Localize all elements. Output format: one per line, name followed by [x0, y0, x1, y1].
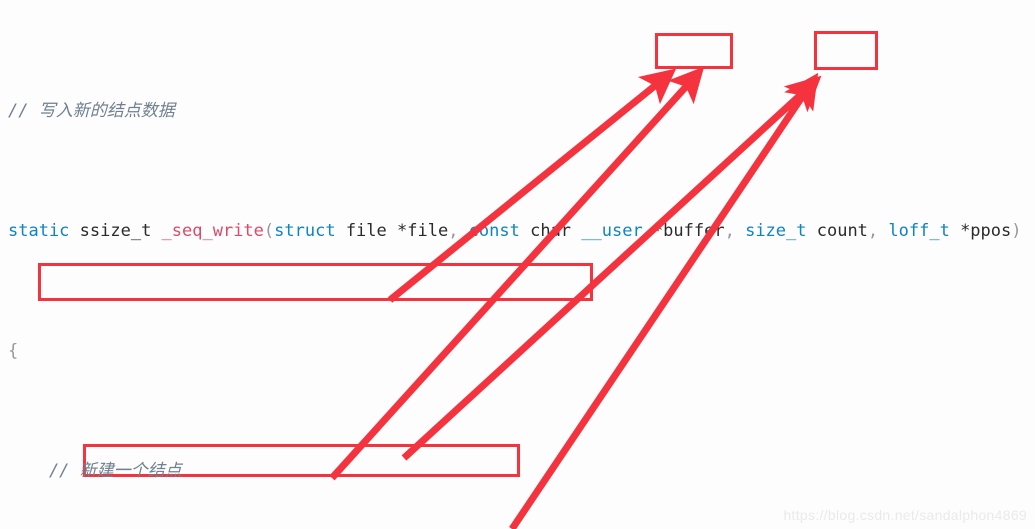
param-file: *file — [397, 221, 449, 241]
param-buffer: *buffer — [642, 221, 725, 241]
brace-open-function: { — [8, 341, 19, 361]
param-ppos: *ppos — [949, 221, 1012, 241]
type-size-t: size_t — [745, 221, 807, 241]
comma-1: , — [448, 221, 469, 241]
keyword-const: const — [468, 221, 520, 241]
code-line-3-open-brace: { — [0, 336, 1035, 366]
type-loff-t: loff_t — [888, 221, 950, 241]
paren-close: ) — [1011, 221, 1022, 241]
code-line-1: // 写入新的结点数据 — [0, 96, 1035, 126]
code-line-2-function-signature: static ssize_t _seq_write(struct file *f… — [0, 216, 1035, 246]
comma-2: , — [724, 221, 746, 241]
comment-write-new-node: // 写入新的结点数据 — [8, 101, 175, 121]
screenshot-root: // 写入新的结点数据 static ssize_t _seq_write(st… — [0, 0, 1035, 529]
code-line-4: // 新建一个结点 — [0, 456, 1035, 486]
code-block: // 写入新的结点数据 static ssize_t _seq_write(st… — [0, 0, 1035, 529]
type-file: file — [335, 221, 397, 241]
function-name-seq-write: _seq_write — [161, 221, 264, 241]
comment-new-node: // 新建一个结点 — [8, 461, 182, 481]
keyword-user: __user — [581, 221, 643, 241]
type-ssize-t: ssize_t — [69, 221, 162, 241]
comma-3: , — [867, 221, 889, 241]
param-count: count — [806, 221, 868, 241]
keyword-static: static — [8, 221, 70, 241]
watermark: https://blog.csdn.net/sandalphon4869 — [783, 507, 1027, 523]
type-char: char — [519, 221, 582, 241]
keyword-struct: struct — [274, 221, 336, 241]
paren-open: ( — [263, 221, 275, 241]
